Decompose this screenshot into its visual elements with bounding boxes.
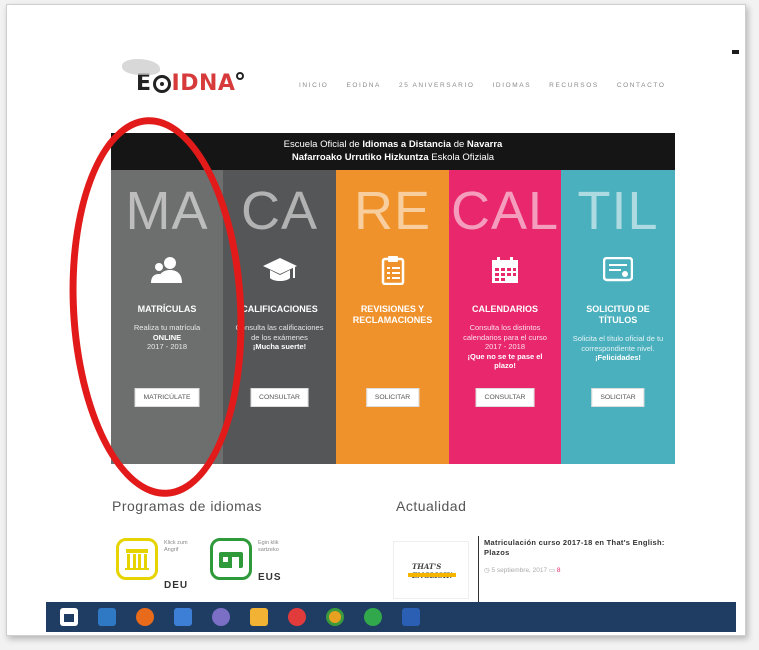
chrome-red-icon[interactable] <box>288 608 306 626</box>
thumbnail-text: THAT'S ENGLISH! <box>412 562 453 580</box>
site-header: E IDNA INICIO EOIDNA 25 ANIVERSARIO IDIOM… <box>40 49 732 119</box>
column-title: CALENDARIOS <box>471 304 538 314</box>
clock-icon: ◷ <box>484 567 490 574</box>
column-big-letters: TIL <box>577 181 659 241</box>
main-nav: INICIO EOIDNA 25 ANIVERSARIO IDIOMAS REC… <box>299 82 665 89</box>
column-desc: Solicita el título oficial de tu corresp… <box>572 334 664 362</box>
nav-recursos[interactable]: RECURSOS <box>549 82 599 89</box>
column-big-letters: RE <box>353 181 431 241</box>
calendar-icon <box>449 250 561 290</box>
consultar-calificaciones-button[interactable]: CONSULTAR <box>250 388 309 407</box>
store-icon[interactable] <box>60 608 78 626</box>
column-calendarios: CAL CALENDARIOS Consulta los distintos c… <box>449 170 561 464</box>
basque-house-icon <box>219 552 243 568</box>
firefox-icon[interactable] <box>136 608 154 626</box>
column-title: REVISIONES Y RECLAMACIONES <box>352 304 433 325</box>
news-meta: ◷ 5 septiembre, 2017 ▭ 8 <box>484 566 561 574</box>
program-eus-card[interactable] <box>210 538 252 580</box>
program-deu-card[interactable] <box>116 538 158 580</box>
news-title: Actualidad <box>396 498 467 514</box>
column-desc: Consulta los distintos calendarios para … <box>463 323 547 370</box>
news-headline[interactable]: Matriculación curso 2017-18 en That's En… <box>484 538 684 557</box>
nav-eoidna[interactable]: EOIDNA <box>346 82 381 89</box>
folder-icon[interactable] <box>250 608 268 626</box>
nav-25-aniversario[interactable]: 25 ANIVERSARIO <box>399 82 475 89</box>
column-big-letters: CAL <box>450 181 560 241</box>
explorer-icon[interactable] <box>98 608 116 626</box>
logo-text: IDNA <box>171 71 236 96</box>
programs-list: Klick zum Angrif DEU Egin klik sartzeko … <box>112 524 342 604</box>
clipboard-icon <box>336 250 449 290</box>
settings-icon[interactable] <box>212 608 230 626</box>
certificate-icon <box>561 250 675 290</box>
news-date: 5 septiembre, 2017 <box>491 567 548 574</box>
green-app-icon[interactable] <box>364 608 382 626</box>
column-titulos: TIL SOLICITUD DE TÍTULOS Solicita el tít… <box>561 170 675 464</box>
news-divider <box>478 536 479 602</box>
nav-inicio[interactable]: INICIO <box>299 82 328 89</box>
nav-contacto[interactable]: CONTACTO <box>617 82 666 89</box>
comment-icon: ▭ <box>548 567 556 574</box>
brandenburg-gate-icon <box>125 549 149 570</box>
app-icon[interactable] <box>174 608 192 626</box>
program-deu-lang[interactable]: DEU <box>164 580 188 591</box>
chrome-icon[interactable] <box>326 608 344 626</box>
nav-idiomas[interactable]: IDIOMAS <box>493 82 532 89</box>
column-title: SOLICITUD DE TÍTULOS <box>586 304 650 325</box>
news-thumbnail[interactable]: THAT'S ENGLISH! <box>393 541 469 599</box>
consultar-calendarios-button[interactable]: CONSULTAR <box>475 388 535 407</box>
solicitar-titulo-button[interactable]: SOLICITAR <box>591 388 645 407</box>
thumbnail-bar <box>408 573 456 577</box>
solicitar-revision-button[interactable]: SOLICITAR <box>365 388 420 407</box>
column-revisiones: RE REVISIONES Y RECLAMACIONES SOLICITAR <box>336 170 449 464</box>
logo-eye-icon <box>152 75 171 93</box>
site-logo[interactable]: E IDNA <box>122 59 245 96</box>
program-eus-desc: Egin klik sartzeko <box>258 540 279 553</box>
map-logo-icon <box>122 59 160 75</box>
word-icon[interactable] <box>402 608 420 626</box>
windows-taskbar <box>46 602 736 632</box>
column-big-letters: CA <box>240 181 318 241</box>
program-eus-lang[interactable]: EUS <box>258 572 282 583</box>
program-deu-desc: Klick zum Angrif <box>164 540 188 553</box>
logo-badge-icon <box>236 72 245 80</box>
programs-title: Programas de idiomas <box>112 498 263 514</box>
news-comment-count[interactable]: 8 <box>557 567 561 574</box>
